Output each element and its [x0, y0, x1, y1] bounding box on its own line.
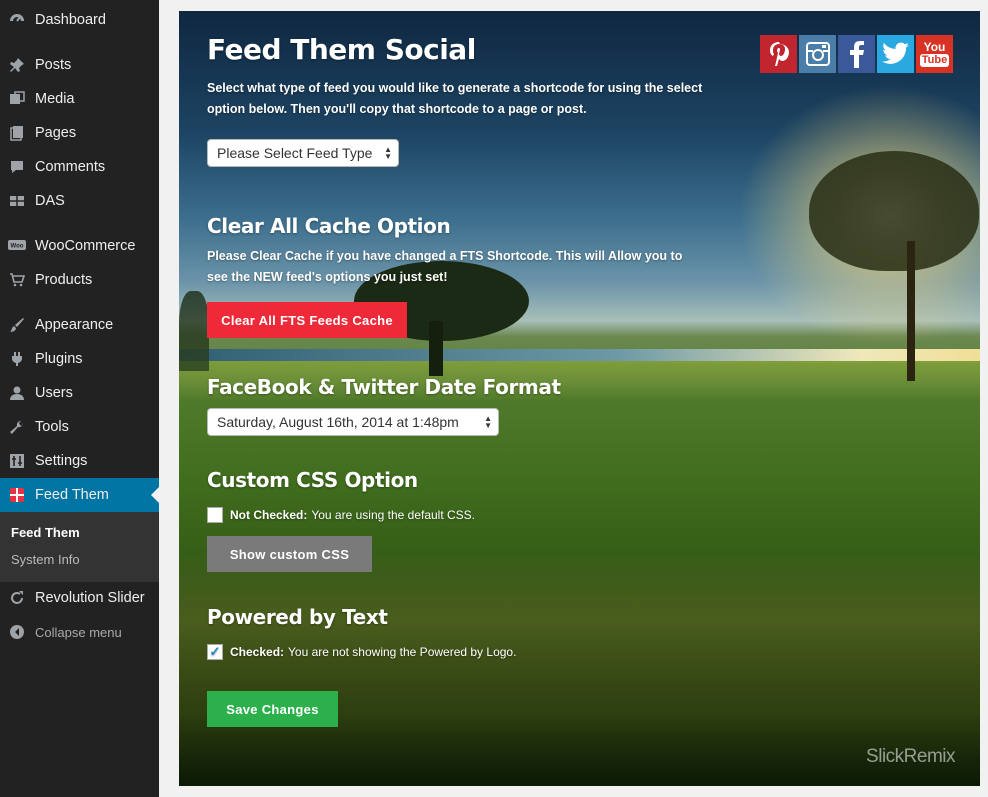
woocommerce-icon: Woo [8, 237, 26, 255]
menu-label: Revolution Slider [35, 590, 145, 606]
cache-description: Please Clear Cache if you have changed a… [207, 249, 683, 284]
background-sea [179, 349, 980, 363]
intro-text: Select what type of feed you would like … [207, 81, 703, 116]
admin-sidebar: Dashboard Posts Media Pages Comments DAS… [0, 0, 159, 797]
date-format-select[interactable]: Saturday, August 16th, 2014 at 1:48pm ▲ ▼ [207, 408, 499, 436]
menu-dashboard[interactable]: Dashboard [0, 3, 159, 37]
show-custom-css-button[interactable]: Show custom CSS [207, 536, 372, 572]
menu-label: Pages [35, 125, 77, 141]
menu-label: DAS [35, 193, 65, 209]
date-format-select-value: Saturday, August 16th, 2014 at 1:48pm [217, 414, 459, 430]
menu-label: Settings [35, 453, 88, 469]
feed-them-submenu: Feed Them System Info [0, 512, 159, 582]
menu-das[interactable]: DAS [0, 184, 159, 218]
clear-cache-button[interactable]: Clear All FTS Feeds Cache [207, 302, 407, 338]
youtube-link[interactable]: You Tube [916, 35, 953, 73]
dashboard-icon [8, 11, 26, 29]
feed-type-select-value: Please Select Feed Type [217, 145, 373, 161]
submenu-system-info[interactable]: System Info [11, 552, 80, 567]
wrench-icon [8, 418, 26, 436]
cart-icon [8, 271, 26, 289]
pages-icon [8, 124, 26, 142]
powered-by-checkbox[interactable]: ✓ [207, 644, 223, 660]
pin-icon [8, 56, 26, 74]
menu-label: Feed Them [35, 487, 109, 503]
menu-users[interactable]: Users [0, 376, 159, 410]
background-tree-left-trunk [429, 321, 443, 376]
settings-icon [8, 452, 26, 470]
facebook-link[interactable] [838, 35, 875, 73]
menu-label: Dashboard [35, 12, 106, 28]
menu-settings[interactable]: Settings [0, 444, 159, 478]
menu-tools[interactable]: Tools [0, 410, 159, 444]
menu-label: Users [35, 385, 73, 401]
plugin-icon [8, 350, 26, 368]
slickremix-logo: SlickRemix [866, 746, 955, 767]
custom-css-checkbox[interactable] [207, 507, 223, 523]
das-icon [8, 192, 26, 210]
menu-label: WooCommerce [35, 238, 136, 254]
collapse-menu-label: Collapse menu [35, 624, 122, 640]
menu-revolution-slider[interactable]: Revolution Slider [0, 581, 159, 615]
collapse-arrow-icon [8, 623, 26, 641]
brush-icon [8, 316, 26, 334]
instagram-link[interactable] [799, 35, 836, 73]
instagram-icon [805, 42, 830, 66]
submenu-feed-them[interactable]: Feed Them [11, 525, 80, 540]
background-palms [179, 291, 209, 371]
save-changes-button[interactable]: Save Changes [207, 691, 338, 727]
select-arrows-icon: ▲ ▼ [384, 145, 392, 161]
twitter-icon [881, 42, 909, 64]
date-format-heading: FaceBook & Twitter Date Format [207, 375, 561, 399]
youtube-icon-top: You [923, 40, 946, 54]
twitter-link[interactable] [877, 35, 914, 73]
menu-label: Comments [35, 159, 106, 175]
menu-woocommerce[interactable]: Woo WooCommerce [0, 229, 159, 263]
custom-css-option: Not Checked: You are using the default C… [207, 507, 475, 523]
menu-label: Appearance [35, 317, 114, 333]
refresh-icon [8, 589, 26, 607]
checkmark-icon: ✓ [209, 644, 221, 659]
background-tree-right [809, 151, 979, 271]
feed-type-select[interactable]: Please Select Feed Type ▲ ▼ [207, 139, 399, 167]
menu-label: Plugins [35, 351, 83, 367]
pinterest-icon [769, 42, 789, 66]
svg-text:Woo: Woo [11, 244, 24, 250]
settings-panel: Feed Them Social You Tube Select what ty… [179, 11, 980, 786]
pinterest-link[interactable] [760, 35, 797, 73]
menu-media[interactable]: Media [0, 82, 159, 116]
menu-label: Posts [35, 57, 72, 73]
user-icon [8, 384, 26, 402]
menu-label: Media [35, 91, 75, 107]
cache-heading: Clear All Cache Option [207, 214, 451, 238]
menu-comments[interactable]: Comments [0, 150, 159, 184]
comment-icon [8, 158, 26, 176]
custom-css-heading: Custom CSS Option [207, 468, 418, 492]
powered-by-status-text: You are not showing the Powered by Logo. [288, 645, 517, 659]
menu-label: Tools [35, 419, 69, 435]
menu-feed-them[interactable]: Feed Them [0, 478, 159, 512]
custom-css-status-label: Not Checked: [230, 508, 308, 522]
facebook-icon [849, 41, 864, 68]
media-icon [8, 90, 26, 108]
menu-plugins[interactable]: Plugins [0, 342, 159, 376]
custom-css-status-text: You are using the default CSS. [311, 508, 476, 522]
powered-by-status-label: Checked: [230, 645, 285, 659]
background-grass [179, 551, 980, 786]
youtube-icon-bottom: Tube [919, 54, 950, 67]
menu-pages[interactable]: Pages [0, 116, 159, 150]
social-links: You Tube [760, 35, 953, 73]
powered-by-heading: Powered by Text [207, 605, 388, 629]
background-tree-right-trunk [907, 241, 915, 381]
menu-posts[interactable]: Posts [0, 48, 159, 82]
select-arrows-icon: ▲ ▼ [484, 414, 492, 430]
menu-products[interactable]: Products [0, 263, 159, 297]
page-title: Feed Them Social [207, 33, 476, 66]
collapse-menu-button[interactable]: Collapse menu [0, 615, 159, 649]
menu-appearance[interactable]: Appearance [0, 308, 159, 342]
powered-by-option: ✓ Checked: You are not showing the Power… [207, 644, 516, 660]
menu-label: Products [35, 272, 93, 288]
feed-them-icon [8, 486, 26, 504]
